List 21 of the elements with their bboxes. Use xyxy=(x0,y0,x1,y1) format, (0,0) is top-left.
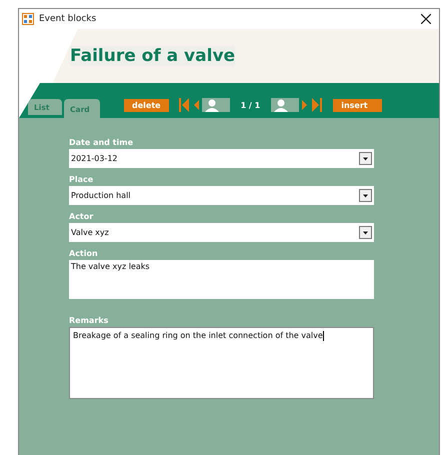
window-title: Event blocks xyxy=(39,14,96,24)
close-icon[interactable] xyxy=(421,14,431,24)
field-label: Actor xyxy=(69,212,94,223)
dropdown-field[interactable]: 2021-03-12 xyxy=(69,149,374,168)
field-label: Date and time xyxy=(69,138,134,149)
field-label: Remarks xyxy=(69,316,110,327)
text-area[interactable]: Breakage of a sealing ring on the inlet connection of the valve xyxy=(69,327,374,399)
dropdown-field[interactable]: Valve xyz xyxy=(69,223,374,242)
last-record-icon[interactable] xyxy=(310,98,322,112)
field-label: Action xyxy=(69,249,99,260)
person-icon[interactable] xyxy=(271,98,300,112)
next-icon[interactable] xyxy=(302,100,308,110)
record-position: 1 / 1 xyxy=(240,100,260,110)
field-label: Place xyxy=(69,175,94,186)
previous-icon[interactable] xyxy=(194,100,199,110)
text-area[interactable]: The valve xyz leaks xyxy=(69,260,374,299)
form-title: Failure of a valve xyxy=(70,46,236,66)
dropdown-field[interactable]: Production hall xyxy=(69,186,374,205)
app-icon xyxy=(22,13,34,25)
first-record-icon[interactable] xyxy=(178,98,191,112)
person-icon[interactable] xyxy=(202,98,230,112)
